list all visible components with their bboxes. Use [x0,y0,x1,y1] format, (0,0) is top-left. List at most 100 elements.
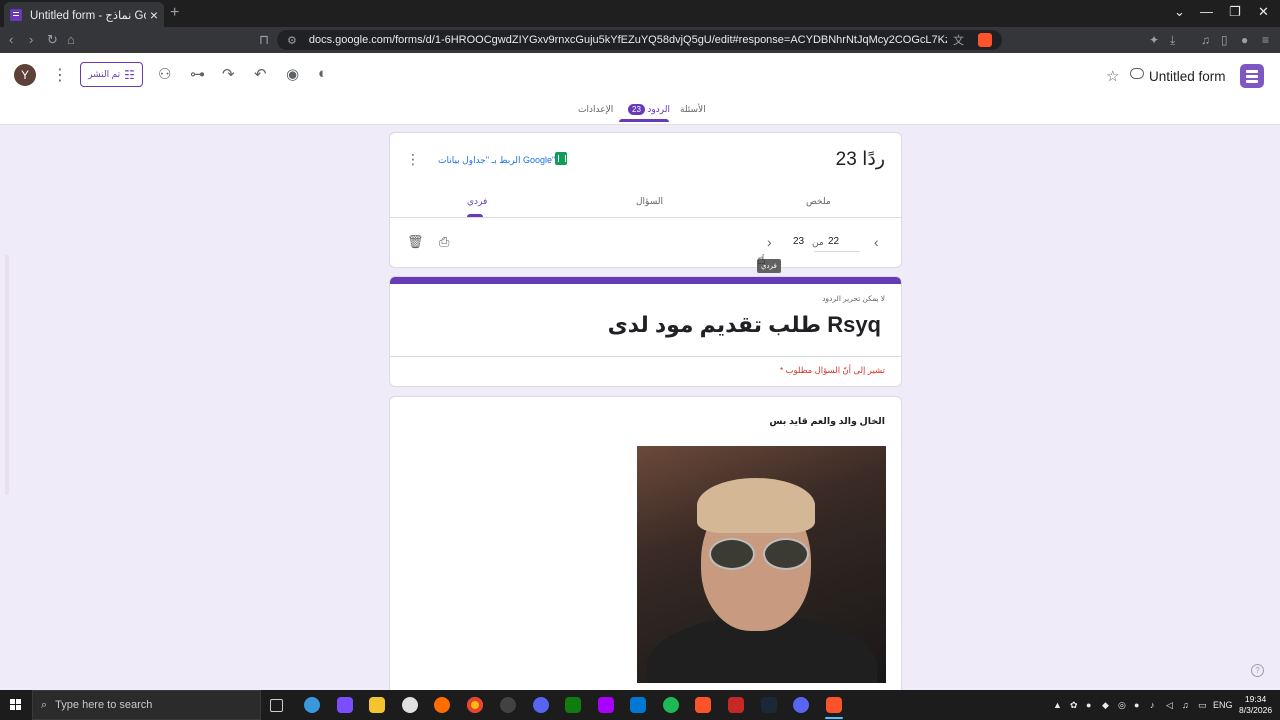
close-tab-icon[interactable]: × [150,7,158,23]
subtab-individual[interactable]: فردي [467,196,487,207]
next-response-icon[interactable]: › [767,234,772,250]
minimize-icon[interactable]: — [1200,4,1213,19]
pager-total: 23 [793,236,805,247]
undo-icon[interactable]: ↶ [254,65,267,83]
browser-tab[interactable]: Untitled form - نماذج Google × [4,2,164,27]
delete-icon[interactable]: 🗑 [407,234,424,250]
task-view-icon[interactable] [270,699,283,712]
pager-of-label: من [812,237,824,247]
steam-tray-icon[interactable]: ◎ [1118,700,1126,711]
nvidia-tray-icon[interactable]: ▲ [1053,700,1062,710]
print-icon[interactable]: ⎙ [439,234,449,250]
tab-questions[interactable]: الأسئلة [680,104,706,115]
sidebar-icon[interactable]: ▯ [1221,33,1228,47]
preview-eye-icon[interactable]: ◉ [286,65,299,83]
downloads-icon[interactable]: ⤓ [1170,33,1175,48]
brave-shields-icon[interactable] [978,33,992,47]
app-icon-red[interactable] [728,697,744,713]
steam-icon[interactable] [761,697,777,713]
clock[interactable]: 19:34 8/3/2026 [1239,694,1272,716]
sheets-icon[interactable] [555,152,567,165]
forward-icon[interactable]: › [29,32,33,47]
more-options-icon[interactable]: ⋮ [52,65,68,85]
responses-summary-card: 23 ردًا الربط بـ "جداول بيانات Google" ⋮… [389,132,902,273]
tab-settings[interactable]: الإعدادات [578,104,613,115]
published-button[interactable]: تم النشر ☷ [80,62,143,87]
discord-icon[interactable] [793,697,809,713]
tray-icon[interactable]: ✿ [1070,700,1078,711]
tray-icon[interactable]: ● [1134,700,1139,710]
active-tab-indicator [619,119,669,122]
network-icon[interactable]: ▭ [1198,700,1207,711]
redo-icon[interactable]: ↷ [222,65,235,83]
translate-icon[interactable]: 文 [953,32,964,48]
file-explorer-icon[interactable] [369,697,385,713]
scrollbar[interactable] [5,255,9,495]
profile-icon[interactable]: ● [1241,33,1248,47]
extensions-icon[interactable]: ✦ [1149,33,1159,47]
speaker-icon[interactable]: ◁ [1166,700,1173,711]
bookmark-icon[interactable]: ⊓ [259,32,269,48]
windows-taskbar: ⌕ Type here to search ▲ ✿ ● ◆ ◎ ● ♪ ◁ ♫ … [0,690,1280,720]
publish-label: تم النشر [88,69,121,79]
taskbar-search[interactable]: ⌕ Type here to search [32,690,261,720]
settings-app-icon[interactable] [402,697,418,713]
edge-icon[interactable] [304,697,320,713]
reload-icon[interactable]: ↻ [47,32,58,48]
form-header-card: لا يمكن تحرير الردود طلب تقديم مود لدى R… [389,276,902,387]
volume-icon[interactable]: ♫ [1182,700,1189,710]
address-bar[interactable]: ⚙ docs.google.com/forms/d/1-6HROOCgwdZIY… [277,30,1002,50]
responses-menu-icon[interactable]: ⋮ [406,151,420,168]
tray-icon[interactable]: ● [1086,700,1091,710]
divider [390,356,901,357]
question-text: الخال والد والعم قايد بس [769,416,885,427]
cloud-saved-icon [1130,68,1144,79]
clock-date: 8/3/2026 [1239,705,1273,715]
help-icon[interactable]: ? [1251,664,1264,677]
forms-favicon-icon [10,8,22,21]
tab-responses[interactable]: 23 الردود [624,104,670,115]
add-collaborator-icon[interactable]: ⚇ [158,65,171,83]
browser-toolbar: ‹ › ↻ ⌂ ⊓ ⚙ docs.google.com/forms/d/1-6H… [0,27,1280,53]
photo-sunglasses [709,538,809,570]
spotify-icon[interactable] [663,697,679,713]
subtab-summary[interactable]: ملخص [806,196,831,207]
app-icon-purple[interactable] [533,697,549,713]
microphone-icon[interactable]: ♪ [1150,700,1155,710]
palette-icon[interactable]: ◐ [318,65,327,82]
app-icon-blue[interactable] [630,697,646,713]
question-card: الخال والد والعم قايد بس [389,396,902,690]
chrome-icon[interactable] [467,697,483,713]
taskbar-search-placeholder: Type here to search [55,699,153,711]
tab-responses-label: الردود [647,104,670,114]
form-name[interactable]: Untitled form [1149,69,1226,84]
forms-logo-icon[interactable] [1240,64,1264,88]
subtab-question[interactable]: السؤال [636,196,663,207]
brave-icon[interactable] [695,697,711,713]
divider [390,217,901,218]
menu-icon[interactable]: ≡ [1262,33,1269,47]
previous-response-icon[interactable]: ‹ [874,234,879,250]
close-window-icon[interactable]: ✕ [1258,4,1269,20]
back-icon[interactable]: ‹ [9,32,13,47]
tab-search-icon[interactable]: ⌄ [1174,4,1185,20]
app-icon-dark[interactable] [500,697,516,713]
link-to-sheets[interactable]: الربط بـ "جداول بيانات Google" [438,155,555,166]
gamepad-app-icon[interactable] [337,697,353,713]
app-icon-orange[interactable] [434,697,450,713]
new-tab-icon[interactable]: + [170,4,179,22]
language-indicator[interactable]: ENG [1213,700,1233,710]
responses-count-badge: 23 [628,104,645,115]
app-icon-violet[interactable] [598,697,614,713]
avatar[interactable]: Y [14,64,36,86]
link-icon[interactable]: ⊶ [190,65,205,83]
xbox-icon[interactable] [565,697,581,713]
restore-icon[interactable]: ❐ [1229,4,1241,20]
site-info-icon[interactable]: ⚙ [287,34,297,47]
home-icon[interactable]: ⌂ [67,32,75,47]
star-icon[interactable]: ☆ [1106,67,1119,85]
start-icon[interactable] [10,699,22,711]
brave-active-icon[interactable] [826,697,842,713]
media-icon[interactable]: ♫ [1201,33,1210,47]
tray-icon[interactable]: ◆ [1102,700,1109,711]
